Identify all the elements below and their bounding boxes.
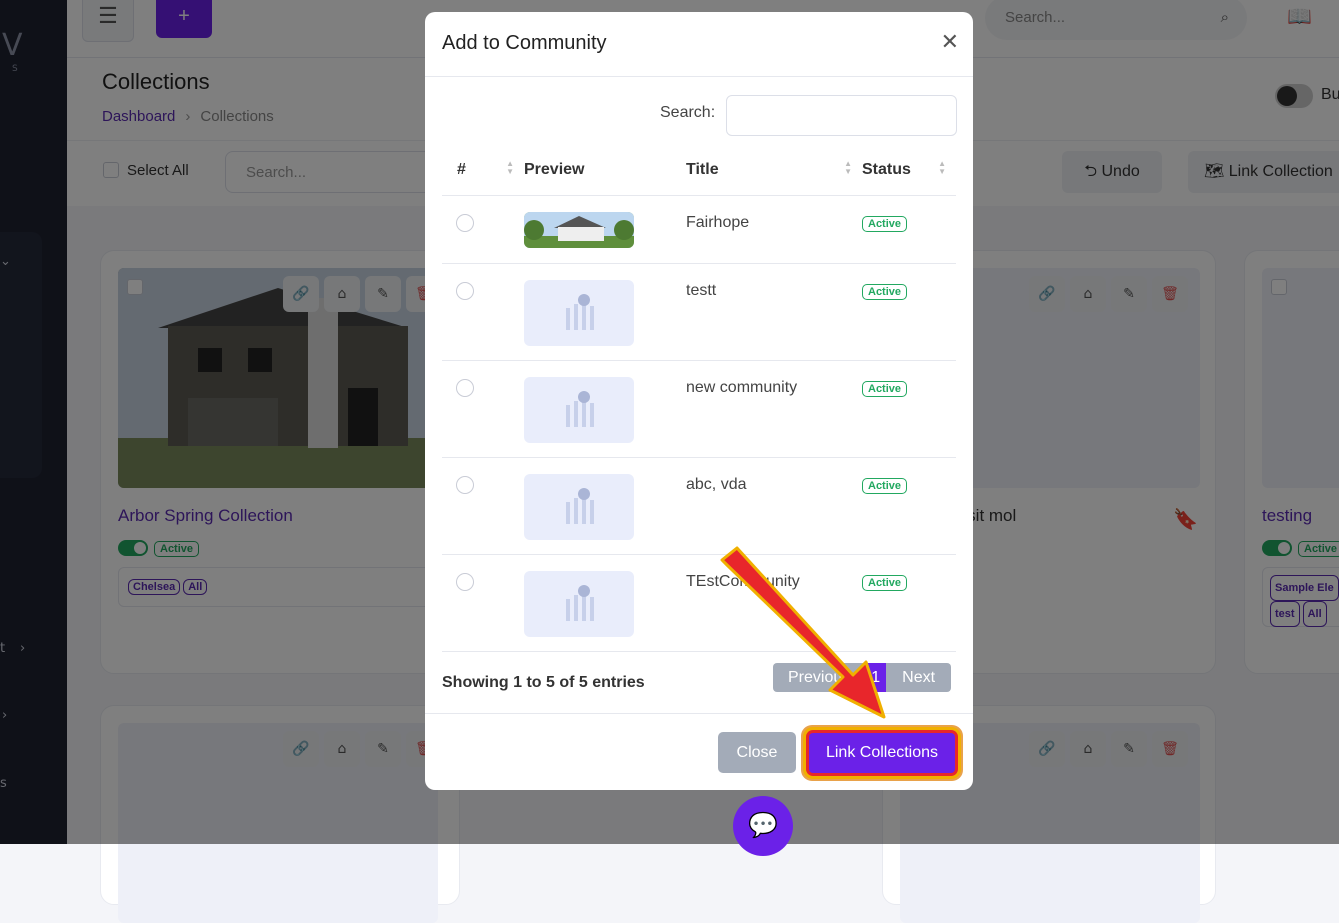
status-badge: Active [862,477,908,494]
placeholder-image-icon [524,279,634,346]
chat-icon[interactable]: 💬 [733,796,793,856]
row-radio[interactable] [456,281,474,300]
status-badge: Active [862,574,908,591]
next-button[interactable]: Next [886,663,952,692]
close-button[interactable]: Close [718,732,796,773]
row-title: Fairhope [686,195,862,264]
table-row[interactable]: new community Active [442,360,956,458]
modal-search-input[interactable] [726,95,957,136]
status-badge: Active [862,380,908,397]
community-table: # ▲ ▼ Preview Title ▲ ▼ Status ▲ ▼ Fairhope Ac… [442,145,956,652]
close-icon[interactable]: ✕ [941,30,959,55]
row-radio[interactable] [456,475,474,494]
modal-header: Add to Community ✕ [425,12,973,77]
row-title: testt [686,263,862,361]
search-label: Search: [660,104,716,121]
modal-footer: Close Link Collections [425,713,973,790]
row-title: abc, vda [686,457,862,555]
placeholder-image-icon [524,376,634,443]
placeholder-image-icon [524,473,634,540]
add-to-community-modal: Add to Community ✕ Search: # ▲ ▼ Preview T… [425,12,973,790]
column-title[interactable]: Title ▲ ▼ [686,145,862,196]
modal-search: Search: [660,95,957,136]
row-title: new community [686,360,862,458]
row-radio[interactable] [456,378,474,397]
column-preview: Preview [524,145,686,196]
page-1-button[interactable]: 1 [865,663,887,692]
column-status[interactable]: Status ▲ ▼ [862,145,956,196]
column-number[interactable]: # ▲ ▼ [442,145,524,196]
entries-info: Showing 1 to 5 of 5 entries [442,674,645,691]
table-row[interactable]: abc, vda Active [442,457,956,555]
community-preview [524,211,634,248]
row-radio[interactable] [456,213,474,232]
table-row[interactable]: TEstCommunity Active [442,554,956,652]
previous-button[interactable]: Previous [773,663,866,692]
link-collections-button[interactable]: Link Collections [809,733,955,773]
modal-title: Add to Community [442,32,607,54]
row-radio[interactable] [456,572,474,591]
status-badge: Active [862,215,908,232]
table-row[interactable]: testt Active [442,263,956,361]
status-badge: Active [862,283,908,300]
row-title: TEstCommunity [686,554,862,652]
placeholder-image-icon [524,570,634,637]
table-row[interactable]: Fairhope Active [442,195,956,264]
pagination: Previous 1 Next [773,663,952,692]
